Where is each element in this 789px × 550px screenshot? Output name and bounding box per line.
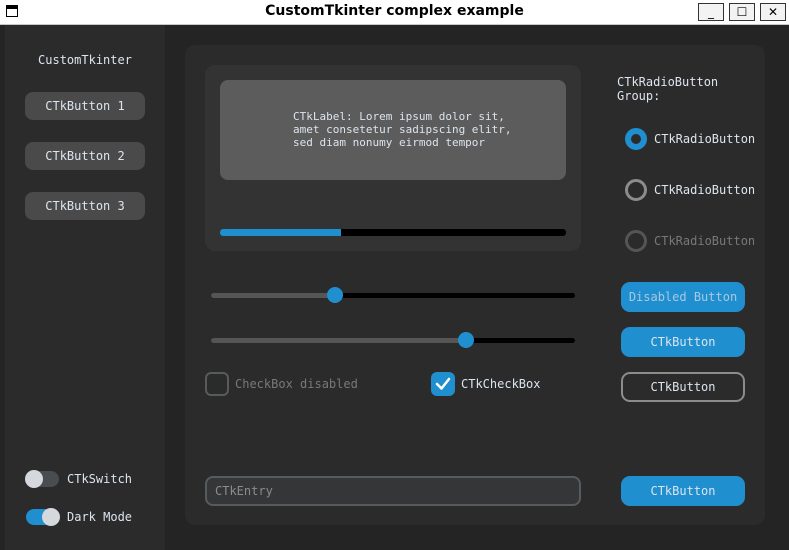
maximize-button[interactable]: ☐ xyxy=(729,3,755,21)
label-line: sed diam nonumy eirmod tempor xyxy=(293,136,486,149)
sidebar-button-3[interactable]: CTkButton 3 xyxy=(25,192,145,220)
slider-2[interactable] xyxy=(211,332,575,348)
minimize-button[interactable]: _ xyxy=(698,3,724,21)
ctk-label: CTkLabel: Lorem ipsum dolor sit, amet co… xyxy=(220,80,566,180)
slider-fill xyxy=(211,338,466,343)
slider-fill xyxy=(211,293,335,298)
dark-mode-switch[interactable] xyxy=(26,508,60,526)
radio-label-1: CTkRadioButton xyxy=(654,132,756,146)
ctk-checkbox-label: CTkCheckBox xyxy=(461,377,541,391)
ctk-entry[interactable]: CTkEntry xyxy=(205,476,581,506)
radio-button-1[interactable] xyxy=(625,128,647,150)
checkbox-disabled xyxy=(205,372,229,396)
window-title: CustomTkinter complex example xyxy=(265,3,524,19)
slider-1[interactable] xyxy=(211,287,575,303)
label-frame: CTkLabel: Lorem ipsum dolor sit, amet co… xyxy=(205,65,581,251)
ctk-switch[interactable] xyxy=(25,470,59,488)
title-bar: CustomTkinter complex example _ ☐ ✕ xyxy=(0,0,789,25)
disabled-button: Disabled Button xyxy=(621,282,745,312)
radio-label-2: CTkRadioButton xyxy=(654,183,756,197)
checkbox-disabled-label: CheckBox disabled xyxy=(235,377,358,391)
progress-bar xyxy=(220,229,566,236)
label-line: CTkLabel: Lorem ipsum dolor sit, xyxy=(293,110,505,123)
radio-button-2[interactable] xyxy=(625,179,647,201)
ctk-switch-label: CTkSwitch xyxy=(67,472,133,486)
app-window: CustomTkinter CTkButton 1 CTkButton 2 CT… xyxy=(0,25,789,550)
ctk-button[interactable]: CTkButton xyxy=(621,327,745,357)
sidebar-title: CustomTkinter xyxy=(38,53,132,67)
outline-button[interactable]: CTkButton xyxy=(621,372,745,402)
switch-knob xyxy=(25,470,43,488)
sidebar-button-1[interactable]: CTkButton 1 xyxy=(25,92,145,120)
switch-knob xyxy=(42,508,60,526)
dark-mode-label: Dark Mode xyxy=(67,510,133,524)
main-frame: CTkLabel: Lorem ipsum dolor sit, amet co… xyxy=(185,45,765,525)
radio-group-title: CTkRadioButton Group: xyxy=(617,75,719,103)
slider-thumb[interactable] xyxy=(457,332,474,348)
ctk-checkbox[interactable] xyxy=(431,372,455,396)
radio-label-3: CTkRadioButton xyxy=(654,234,756,248)
progress-fill xyxy=(220,229,342,236)
close-button[interactable]: ✕ xyxy=(760,3,786,21)
entry-submit-button[interactable]: CTkButton xyxy=(621,476,745,506)
sidebar: CustomTkinter CTkButton 1 CTkButton 2 CT… xyxy=(5,25,165,550)
checkmark-icon xyxy=(435,377,451,390)
slider-thumb[interactable] xyxy=(326,287,343,303)
sidebar-button-2[interactable]: CTkButton 2 xyxy=(25,142,145,170)
radio-button-3-disabled xyxy=(625,230,647,252)
label-line: amet consetetur sadipscing elitr, xyxy=(293,123,512,136)
